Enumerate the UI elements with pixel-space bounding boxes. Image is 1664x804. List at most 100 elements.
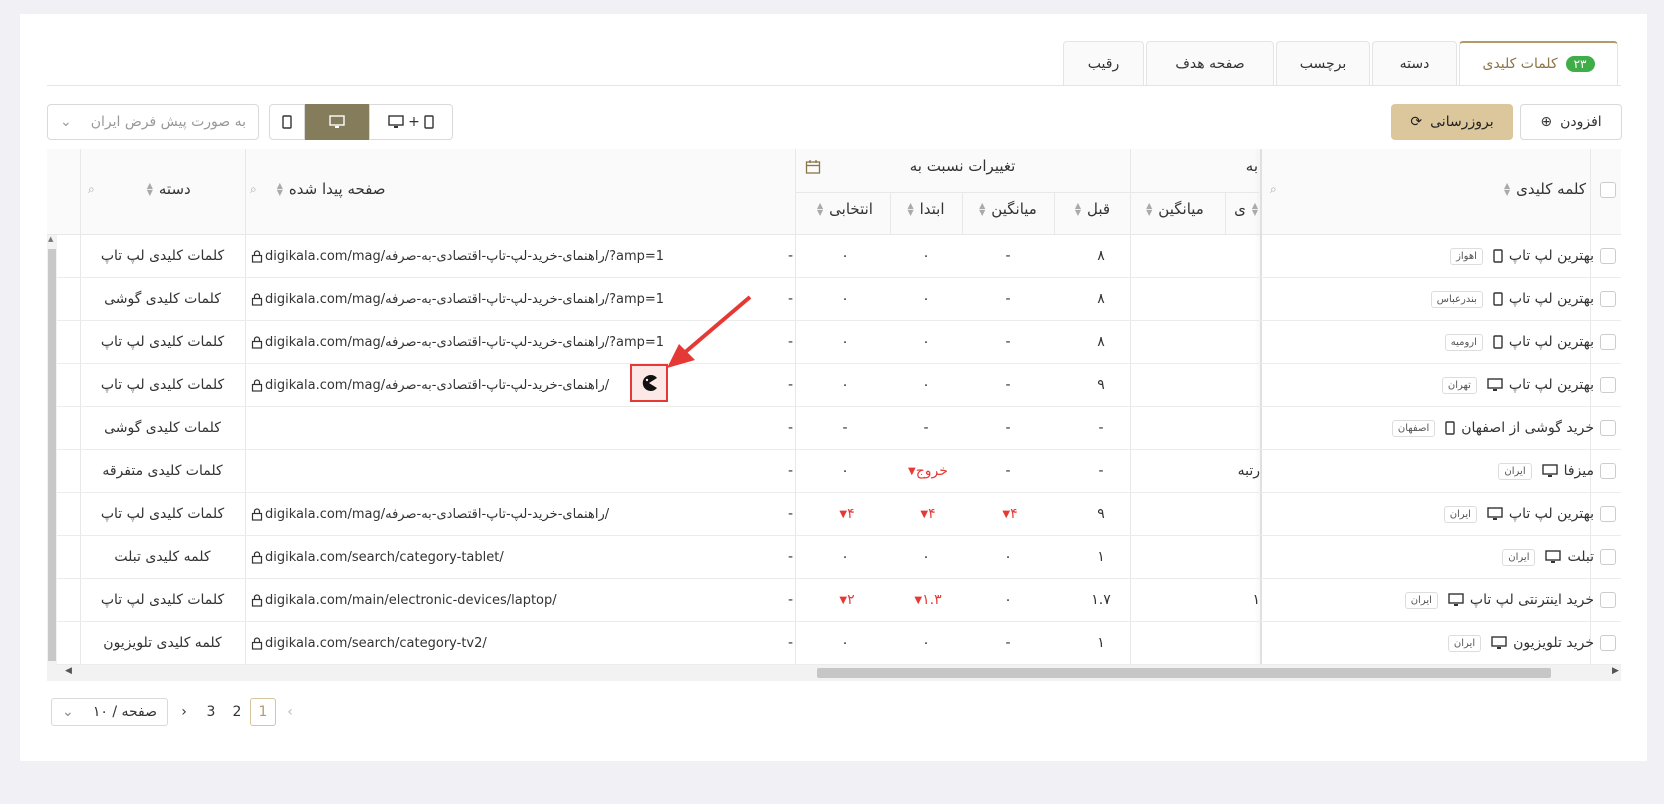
header-rank-current[interactable]: ی ▲ ▼ xyxy=(1208,200,1258,218)
row-checkbox[interactable] xyxy=(1600,248,1616,264)
row-checkbox[interactable] xyxy=(1600,377,1616,393)
header-category[interactable]: ⌕ ▲ ▼ دسته xyxy=(88,180,238,198)
location-tag: ایران xyxy=(1443,505,1477,523)
header-selected[interactable]: ▲ ▼ انتخابی xyxy=(800,200,890,218)
found-page-link[interactable]: digikala.com/search/category-tv2/ xyxy=(265,636,487,651)
table-row: اهواز بهترین لپ تاپ ۸-۰ ۰- digikala.com/mag/… xyxy=(47,235,1621,278)
avg-value: - xyxy=(1098,463,1104,479)
keyword-text[interactable]: بهترین لپ تاپ xyxy=(1509,506,1594,522)
avg-value: ۸ xyxy=(1097,291,1105,307)
calendar-icon[interactable] xyxy=(805,159,821,175)
down-arrow-icon: ▼ xyxy=(839,594,848,606)
sort-icon[interactable]: ▲ ▼ xyxy=(1075,202,1081,217)
sort-icon[interactable]: ▲ ▼ xyxy=(979,202,985,217)
row-checkbox[interactable] xyxy=(1600,549,1616,565)
keyword-text[interactable]: خرید گوشی از اصفهان xyxy=(1461,420,1594,436)
mobile-icon xyxy=(282,115,292,129)
prev-change-cell: ۰ xyxy=(962,579,1054,621)
sort-icon[interactable]: ▲ ▼ xyxy=(1146,202,1152,217)
sort-icon[interactable]: ▲ ▼ xyxy=(147,182,153,197)
header-start-label: ابتدا xyxy=(919,200,945,218)
row-checkbox[interactable] xyxy=(1600,635,1616,651)
vertical-scrollbar[interactable]: ▲ xyxy=(47,235,57,665)
highlighted-icon-box[interactable] xyxy=(630,364,668,402)
avg-cell: ۱.۷ xyxy=(1055,579,1147,621)
avg-cell: ۱ xyxy=(1055,622,1147,664)
page-size-select[interactable]: ⌄ ۱۰ / صفحه xyxy=(51,698,168,726)
pagination-page-2[interactable]: 2 xyxy=(224,698,250,726)
sort-icon[interactable]: ▲ ▼ xyxy=(1252,202,1258,217)
row-checkbox[interactable] xyxy=(1600,592,1616,608)
pagination-next[interactable]: › xyxy=(172,698,196,726)
device-desktop-mobile-toggle[interactable]: + xyxy=(369,104,453,140)
found-page-link[interactable]: digikala.com/mag/راهنمای-خرید-لپ-تاپ-اقت… xyxy=(265,292,664,307)
search-icon[interactable]: ⌕ xyxy=(1270,182,1277,197)
sort-icon[interactable]: ▲ ▼ xyxy=(1504,182,1510,197)
tab-competitor[interactable]: رقیب xyxy=(1063,41,1144,85)
header-avg[interactable]: ▲ ▼ میانگین xyxy=(1135,200,1215,218)
sort-icon[interactable]: ▲ ▼ xyxy=(817,202,823,217)
keyword-text[interactable]: بهترین لپ تاپ xyxy=(1509,334,1594,350)
device-desktop-toggle[interactable] xyxy=(305,104,369,140)
pagination-page-1[interactable]: 1 xyxy=(250,698,276,726)
row-checkbox[interactable] xyxy=(1600,420,1616,436)
add-button[interactable]: ⊕ افزودن xyxy=(1520,104,1622,140)
keyword-text[interactable]: خرید تلویزیون xyxy=(1513,635,1594,651)
category-value: کلمات کلیدی گوشی xyxy=(104,420,221,436)
scroll-left-arrow-icon[interactable]: ◀ xyxy=(65,666,72,676)
header-avg2[interactable]: ▲ ▼ میانگین xyxy=(962,200,1054,218)
vertical-scroll-thumb[interactable] xyxy=(48,249,56,661)
select-all-checkbox[interactable] xyxy=(1600,182,1616,198)
scroll-up-arrow-icon[interactable]: ▲ xyxy=(48,235,53,243)
page-2-label: 2 xyxy=(232,704,242,720)
table-row: تهران بهترین لپ تاپ ۹-۰ ۰- digikala.com/mag/… xyxy=(47,364,1621,407)
header-keyword[interactable]: ⌕ ▲ ▼ کلمه کلیدی xyxy=(1270,180,1586,198)
avg-cell: ۹ xyxy=(1055,493,1147,535)
keyword-text[interactable]: بهترین لپ تاپ xyxy=(1509,248,1594,264)
device-mobile-toggle[interactable] xyxy=(269,104,305,140)
header-found-page[interactable]: ⌕ ▲ ▼ صفحه پیدا شده xyxy=(250,180,790,198)
pagination-prev[interactable]: ‹ xyxy=(280,698,300,726)
sort-icon[interactable]: ▲ ▼ xyxy=(907,202,913,217)
row-checkbox[interactable] xyxy=(1600,334,1616,350)
keyword-text[interactable]: تبلت xyxy=(1567,549,1594,565)
row-checkbox[interactable] xyxy=(1600,463,1616,479)
found-page-link[interactable]: digikala.com/mag/راهنمای-خرید-لپ-تاپ-اقت… xyxy=(265,335,664,350)
horizontal-scroll-thumb[interactable] xyxy=(817,668,1551,678)
tab-category[interactable]: دسته xyxy=(1372,41,1457,85)
header-prev[interactable]: ▲ ▼ قبل xyxy=(1055,200,1130,218)
found-page-link[interactable]: digikala.com/mag/راهنمای-خرید-لپ-تاپ-اقت… xyxy=(265,507,609,522)
found-page-link[interactable]: digikala.com/mag/راهنمای-خرید-لپ-تاپ-اقت… xyxy=(265,378,609,393)
horizontal-scrollbar[interactable]: ◀ ▶ xyxy=(47,665,1621,681)
found-page-link[interactable]: digikala.com/search/category-tablet/ xyxy=(265,550,504,565)
sort-icon[interactable]: ▲ ▼ xyxy=(277,182,283,197)
refresh-button[interactable]: ⟳ بروزرسانی xyxy=(1391,104,1513,140)
header-start[interactable]: ▲ ▼ ابتدا xyxy=(890,200,962,218)
row-checkbox[interactable] xyxy=(1600,291,1616,307)
region-select[interactable]: ⌄ به صورت پیش فرض ایران xyxy=(47,104,259,140)
prev-change-value: - xyxy=(1005,420,1011,436)
category-cell: کلمات کلیدی لپ تاپ xyxy=(80,321,245,363)
found-page-link[interactable]: digikala.com/mag/راهنمای-خرید-لپ-تاپ-اقت… xyxy=(265,249,664,264)
keyword-text[interactable]: خرید اینترنتی لپ تاپ xyxy=(1470,592,1594,608)
scroll-right-arrow-icon[interactable]: ▶ xyxy=(1612,666,1619,676)
tab-target-page[interactable]: صفحه هدف xyxy=(1146,41,1274,85)
keyword-text[interactable]: بهترین لپ تاپ xyxy=(1509,291,1594,307)
location-tag: ایران xyxy=(1498,462,1532,480)
search-icon[interactable]: ⌕ xyxy=(250,182,257,197)
avg-value: ۱ xyxy=(1097,549,1105,565)
header-category-label: دسته xyxy=(158,180,191,198)
pagination-page-3[interactable]: 3 xyxy=(198,698,224,726)
search-icon[interactable]: ⌕ xyxy=(88,182,95,197)
keyword-text[interactable]: میزفا xyxy=(1564,463,1594,479)
header-selected-label: انتخابی xyxy=(829,200,873,218)
keyword-text[interactable]: بهترین لپ تاپ xyxy=(1509,377,1594,393)
tab-keywords[interactable]: کلمات کلیدی ۲۳ xyxy=(1459,41,1618,85)
row-checkbox[interactable] xyxy=(1600,506,1616,522)
found-page-link[interactable]: digikala.com/main/electronic-devices/lap… xyxy=(265,593,557,608)
lock-icon xyxy=(251,378,263,392)
avg-value: ۸ xyxy=(1097,248,1105,264)
rank-value: ۱ xyxy=(1252,592,1260,608)
start-change-value: ۰ xyxy=(841,549,849,565)
tab-tag[interactable]: برچسب xyxy=(1276,41,1370,85)
